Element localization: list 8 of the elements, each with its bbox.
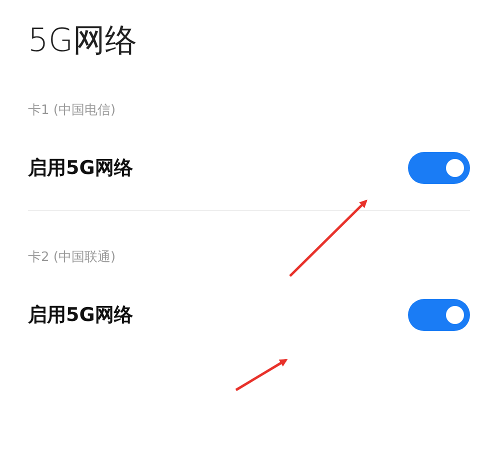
section-label: 卡2 (中国联通): [28, 249, 117, 267]
annotation-arrow: [235, 358, 288, 392]
page-title: 5G网络: [28, 20, 138, 61]
setting-label: 启用5G网络: [28, 156, 133, 181]
toggle-switch[interactable]: [408, 152, 470, 184]
setting-label: 启用5G网络: [28, 303, 133, 328]
section-label: 卡1 (中国电信): [28, 102, 117, 120]
toggle-switch[interactable]: [408, 299, 470, 331]
